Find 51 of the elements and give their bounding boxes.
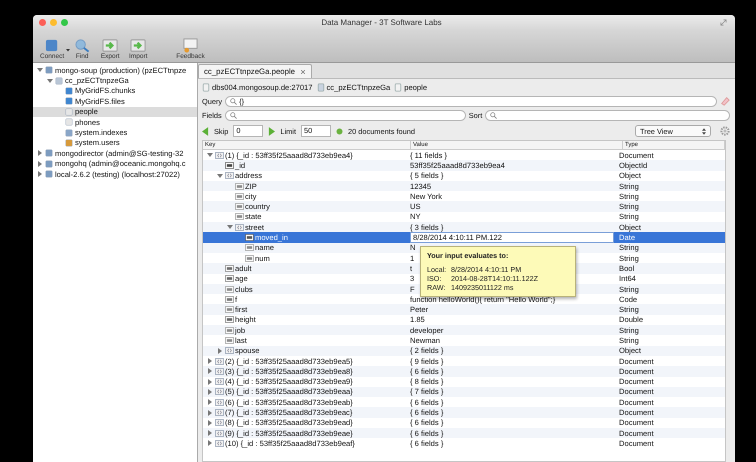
disclosure-triangle-icon[interactable] <box>47 78 53 84</box>
disclosure-triangle-icon[interactable] <box>227 224 233 230</box>
disclosure-triangle-icon[interactable] <box>207 440 213 446</box>
disclosure-triangle-icon[interactable] <box>207 378 213 385</box>
caret-icon[interactable] <box>66 48 70 52</box>
search-icon <box>230 112 237 118</box>
fullscreen-icon[interactable] <box>720 19 727 26</box>
node-icon <box>65 138 73 147</box>
crumb-icon <box>316 83 324 92</box>
disclosure-triangle-icon[interactable] <box>37 171 43 178</box>
disclosure-triangle-icon[interactable] <box>37 67 43 74</box>
sort-field[interactable] <box>485 110 730 120</box>
close-icon[interactable] <box>300 68 306 74</box>
disclosure-triangle-icon[interactable] <box>217 348 223 354</box>
node-icon <box>45 66 53 74</box>
fields-field[interactable] <box>224 110 466 120</box>
export-icon <box>102 38 119 53</box>
search-icon <box>230 98 238 104</box>
crumb-icon <box>394 83 402 92</box>
disclosure-triangle-icon[interactable] <box>207 368 213 374</box>
disclosure-triangle-icon[interactable] <box>207 399 213 406</box>
disclosure-triangle-icon[interactable] <box>207 430 213 436</box>
node-icon <box>65 86 73 95</box>
node-icon <box>65 128 73 137</box>
field-type-icon <box>215 440 224 447</box>
disclosure-triangle-icon[interactable] <box>207 410 213 416</box>
search-icon <box>490 112 498 118</box>
node-icon <box>45 160 53 168</box>
node-icon <box>45 149 53 158</box>
crumb-icon <box>202 83 210 92</box>
node-icon <box>65 97 73 106</box>
node-icon <box>55 76 63 85</box>
search-icon <box>74 38 91 53</box>
disclosure-triangle-icon[interactable] <box>207 152 213 158</box>
window-title: Data Manager - 3T Software Labs <box>320 18 443 27</box>
node-icon <box>45 170 53 178</box>
settings-icon[interactable] <box>720 126 730 136</box>
node-icon <box>65 118 73 126</box>
updown-arrows-icon <box>702 128 706 134</box>
node-icon <box>65 108 73 116</box>
refresh-icon[interactable] <box>336 126 343 136</box>
close-button[interactable] <box>39 19 46 26</box>
import-icon <box>130 38 147 53</box>
previous-page-icon[interactable] <box>202 126 209 136</box>
disclosure-triangle-icon[interactable] <box>207 358 213 364</box>
disclosure-triangle-icon[interactable] <box>37 150 43 156</box>
disclosure-triangle-icon[interactable] <box>37 160 43 167</box>
disclosure-triangle-icon[interactable] <box>217 172 223 179</box>
disclosure-triangle-icon[interactable] <box>207 388 213 395</box>
disclosure-triangle-icon[interactable] <box>207 420 213 426</box>
next-page-icon[interactable] <box>268 126 276 136</box>
